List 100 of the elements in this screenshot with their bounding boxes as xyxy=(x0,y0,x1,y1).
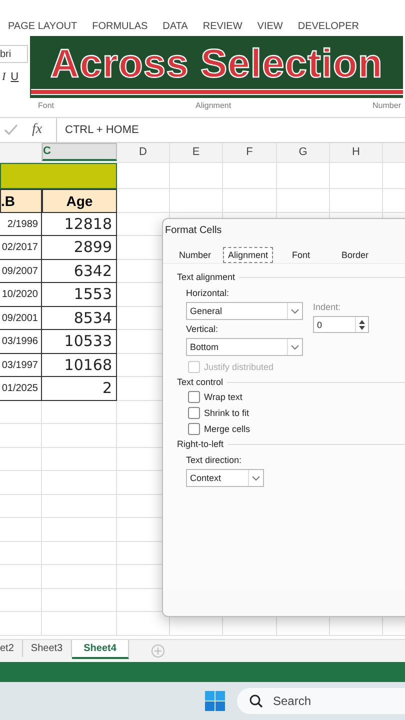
field-label: Indent: xyxy=(313,302,342,312)
sheet-tab[interactable]: Sheet4 xyxy=(72,640,130,659)
table-cell: 09/2001 xyxy=(0,306,42,330)
grid-cell[interactable] xyxy=(42,494,117,518)
column-header[interactable]: E xyxy=(170,143,223,163)
grid-cell[interactable] xyxy=(0,494,42,518)
checkbox-label: Wrap text xyxy=(204,392,242,402)
search-bar[interactable]: Search xyxy=(237,688,405,714)
section-heading: Right-to-left xyxy=(177,439,224,449)
ribbon-tab[interactable]: DATA xyxy=(162,20,188,33)
ribbon-tab[interactable]: VIEW xyxy=(257,20,283,33)
ribbon-tab[interactable]: DEVELOPER xyxy=(298,20,359,33)
grid-cell[interactable] xyxy=(330,163,383,189)
table-cell: 2 xyxy=(42,377,117,400)
grid-cell[interactable] xyxy=(117,189,170,212)
grid-cell[interactable] xyxy=(42,542,117,565)
table-cell: 10168 xyxy=(42,354,117,377)
grid-cell[interactable] xyxy=(42,612,117,636)
table-cell: 03/1997 xyxy=(0,354,42,377)
table-cell: 03/1996 xyxy=(0,330,42,354)
group-label: Font xyxy=(38,101,54,110)
chevron-icon xyxy=(252,476,260,480)
group-label: Number xyxy=(372,101,401,110)
table-cell: 1553 xyxy=(42,283,117,306)
grid-cell[interactable] xyxy=(0,565,42,588)
grid-cell[interactable] xyxy=(223,163,277,189)
table-cell: 2/1989 xyxy=(0,212,42,236)
checkbox-label: Shrink to fit xyxy=(204,408,250,418)
windows-logo-icon[interactable] xyxy=(205,691,225,711)
column-header[interactable]: C xyxy=(42,143,117,161)
horizontal-dropdown[interactable]: General xyxy=(186,302,303,320)
header-cell: Age xyxy=(42,189,117,212)
table-cell: 09/2007 xyxy=(0,260,42,283)
grid-cell[interactable] xyxy=(0,588,42,612)
add-sheet-icon[interactable] xyxy=(151,644,166,658)
ribbon-tab[interactable]: FORMULAS xyxy=(92,20,148,33)
checkbox-label: Justify distributed xyxy=(204,362,274,372)
checkbox-label: Merge cells xyxy=(204,424,250,434)
table-cell: 6342 xyxy=(42,260,117,283)
table-cell: 02/2017 xyxy=(0,236,42,260)
column-header[interactable]: H xyxy=(330,143,383,163)
grid-cell[interactable] xyxy=(42,518,117,542)
formula-field[interactable]: CTRL + HOME xyxy=(56,118,405,142)
field-label: Horizontal: xyxy=(186,288,230,298)
grid-cell[interactable] xyxy=(0,424,42,448)
dialog-tab[interactable]: Number xyxy=(169,247,221,263)
checkbox[interactable] xyxy=(188,423,200,435)
checkbox[interactable] xyxy=(188,391,200,403)
search-icon xyxy=(249,694,263,708)
dialog-tab[interactable]: Alignment xyxy=(223,247,273,263)
ribbon-tab[interactable]: REVIEW xyxy=(202,20,242,33)
grid-cell[interactable] xyxy=(330,189,383,212)
search-field[interactable]: Search xyxy=(271,693,375,709)
grid-cell[interactable] xyxy=(170,163,223,189)
spin-arrows-icon[interactable] xyxy=(358,318,366,330)
table-cell: 12818 xyxy=(42,212,117,236)
grid-cell[interactable] xyxy=(42,400,117,424)
column-header[interactable]: F xyxy=(223,143,277,163)
table-cell: 10533 xyxy=(42,330,117,354)
grid-cell[interactable] xyxy=(42,448,117,471)
column-header[interactable]: G xyxy=(277,143,330,163)
check-icon[interactable] xyxy=(4,124,18,136)
direction-dropdown[interactable]: Context xyxy=(186,469,264,487)
grid-cell[interactable] xyxy=(223,189,277,212)
grid-cell[interactable] xyxy=(277,163,330,189)
dialog-title: Format Cells xyxy=(164,224,223,238)
table-cell: 10/2020 xyxy=(0,283,42,306)
grid-cell[interactable] xyxy=(42,424,117,448)
grid-cell[interactable] xyxy=(0,448,42,471)
header-cell: .B xyxy=(0,189,42,212)
vertical-dropdown[interactable]: Bottom xyxy=(186,338,303,356)
grid-cell[interactable] xyxy=(42,565,117,588)
format-button[interactable]: U xyxy=(10,71,19,83)
grid-cell[interactable] xyxy=(42,588,117,612)
grid-cell[interactable] xyxy=(0,471,42,494)
grid-cell[interactable] xyxy=(117,163,170,189)
checkbox[interactable] xyxy=(188,407,200,419)
section-heading: Text control xyxy=(177,377,224,387)
function-button[interactable]: fx xyxy=(32,122,56,138)
merged-cell[interactable] xyxy=(0,163,117,189)
indent-spinner[interactable]: 0 xyxy=(313,316,369,333)
grid-cell[interactable] xyxy=(277,189,330,212)
dialog-tab[interactable]: Font xyxy=(275,247,327,263)
dialog-tab[interactable]: Border xyxy=(329,247,381,263)
grid-cell[interactable] xyxy=(170,189,223,212)
grid-cell[interactable] xyxy=(0,518,42,542)
grid-cell[interactable] xyxy=(42,471,117,494)
group-label: Alignment xyxy=(195,101,232,110)
banner-title: Across Selection xyxy=(50,41,383,87)
grid-cell[interactable] xyxy=(0,542,42,565)
sheet-tab[interactable]: et2 xyxy=(0,640,23,657)
format-button[interactable]: I xyxy=(2,71,6,83)
field-label: Text direction: xyxy=(186,455,243,465)
font-name-field[interactable]: bri xyxy=(0,45,28,63)
chevron-icon xyxy=(291,344,299,350)
grid-cell[interactable] xyxy=(0,612,42,636)
grid-cell[interactable] xyxy=(0,400,42,424)
column-header[interactable]: D xyxy=(117,143,170,163)
table-cell: 2899 xyxy=(42,236,117,260)
ribbon-tab[interactable]: PAGE LAYOUT xyxy=(8,20,78,33)
